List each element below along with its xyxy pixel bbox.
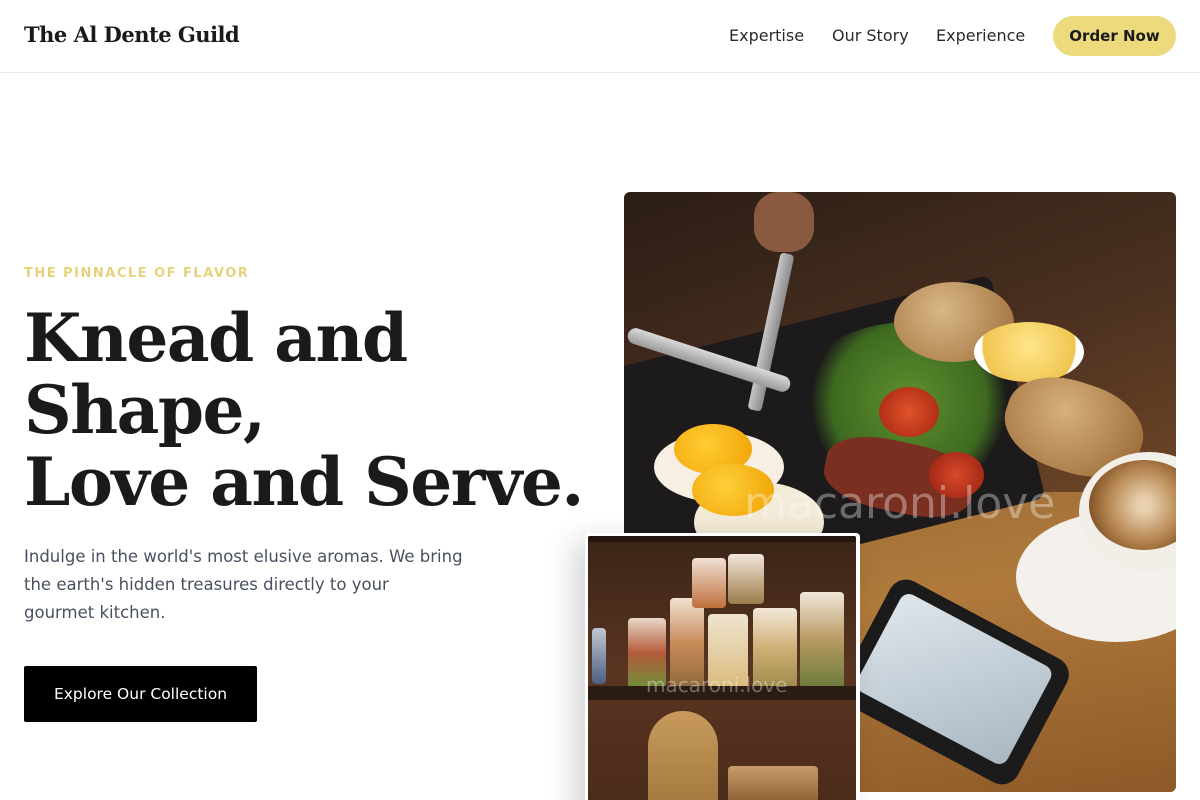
headline-line-2: Shape,: [24, 371, 266, 449]
wooden-shelf: [588, 536, 856, 542]
hero-headline: Knead and Shape, Love and Serve.: [24, 302, 584, 518]
explore-collection-button[interactable]: Explore Our Collection: [24, 666, 257, 722]
brand-logo[interactable]: The Al Dente Guild: [24, 22, 240, 47]
nav-link-experience[interactable]: Experience: [936, 26, 1025, 45]
butter-dish: [974, 322, 1084, 382]
site-header: The Al Dente Guild Expertise Our Story E…: [0, 0, 1200, 73]
pasta-shelf-card: macaroni.love: [585, 533, 860, 800]
pasta-bag: [692, 558, 726, 608]
headline-line-3: Love and Serve.: [24, 443, 584, 521]
wooden-board: [728, 766, 818, 800]
nav-link-expertise[interactable]: Expertise: [729, 26, 804, 45]
tomato: [879, 387, 939, 437]
pizza-paddle: [648, 711, 718, 800]
pasta-shelf-photo: macaroni.love: [588, 536, 856, 800]
headline-line-1: Knead and: [24, 299, 408, 377]
image-watermark: macaroni.love: [744, 478, 1056, 529]
pasta-bag: [728, 554, 764, 604]
jar: [592, 628, 606, 684]
nav-link-our-story[interactable]: Our Story: [832, 26, 909, 45]
hand: [754, 192, 814, 252]
pasta-bag: [800, 592, 844, 688]
image-watermark: macaroni.love: [646, 673, 788, 697]
order-now-button[interactable]: Order Now: [1053, 16, 1176, 56]
hero-description: Indulge in the world's most elusive arom…: [24, 547, 463, 622]
hero-eyebrow: THE PINNACLE OF FLAVOR: [24, 266, 250, 281]
